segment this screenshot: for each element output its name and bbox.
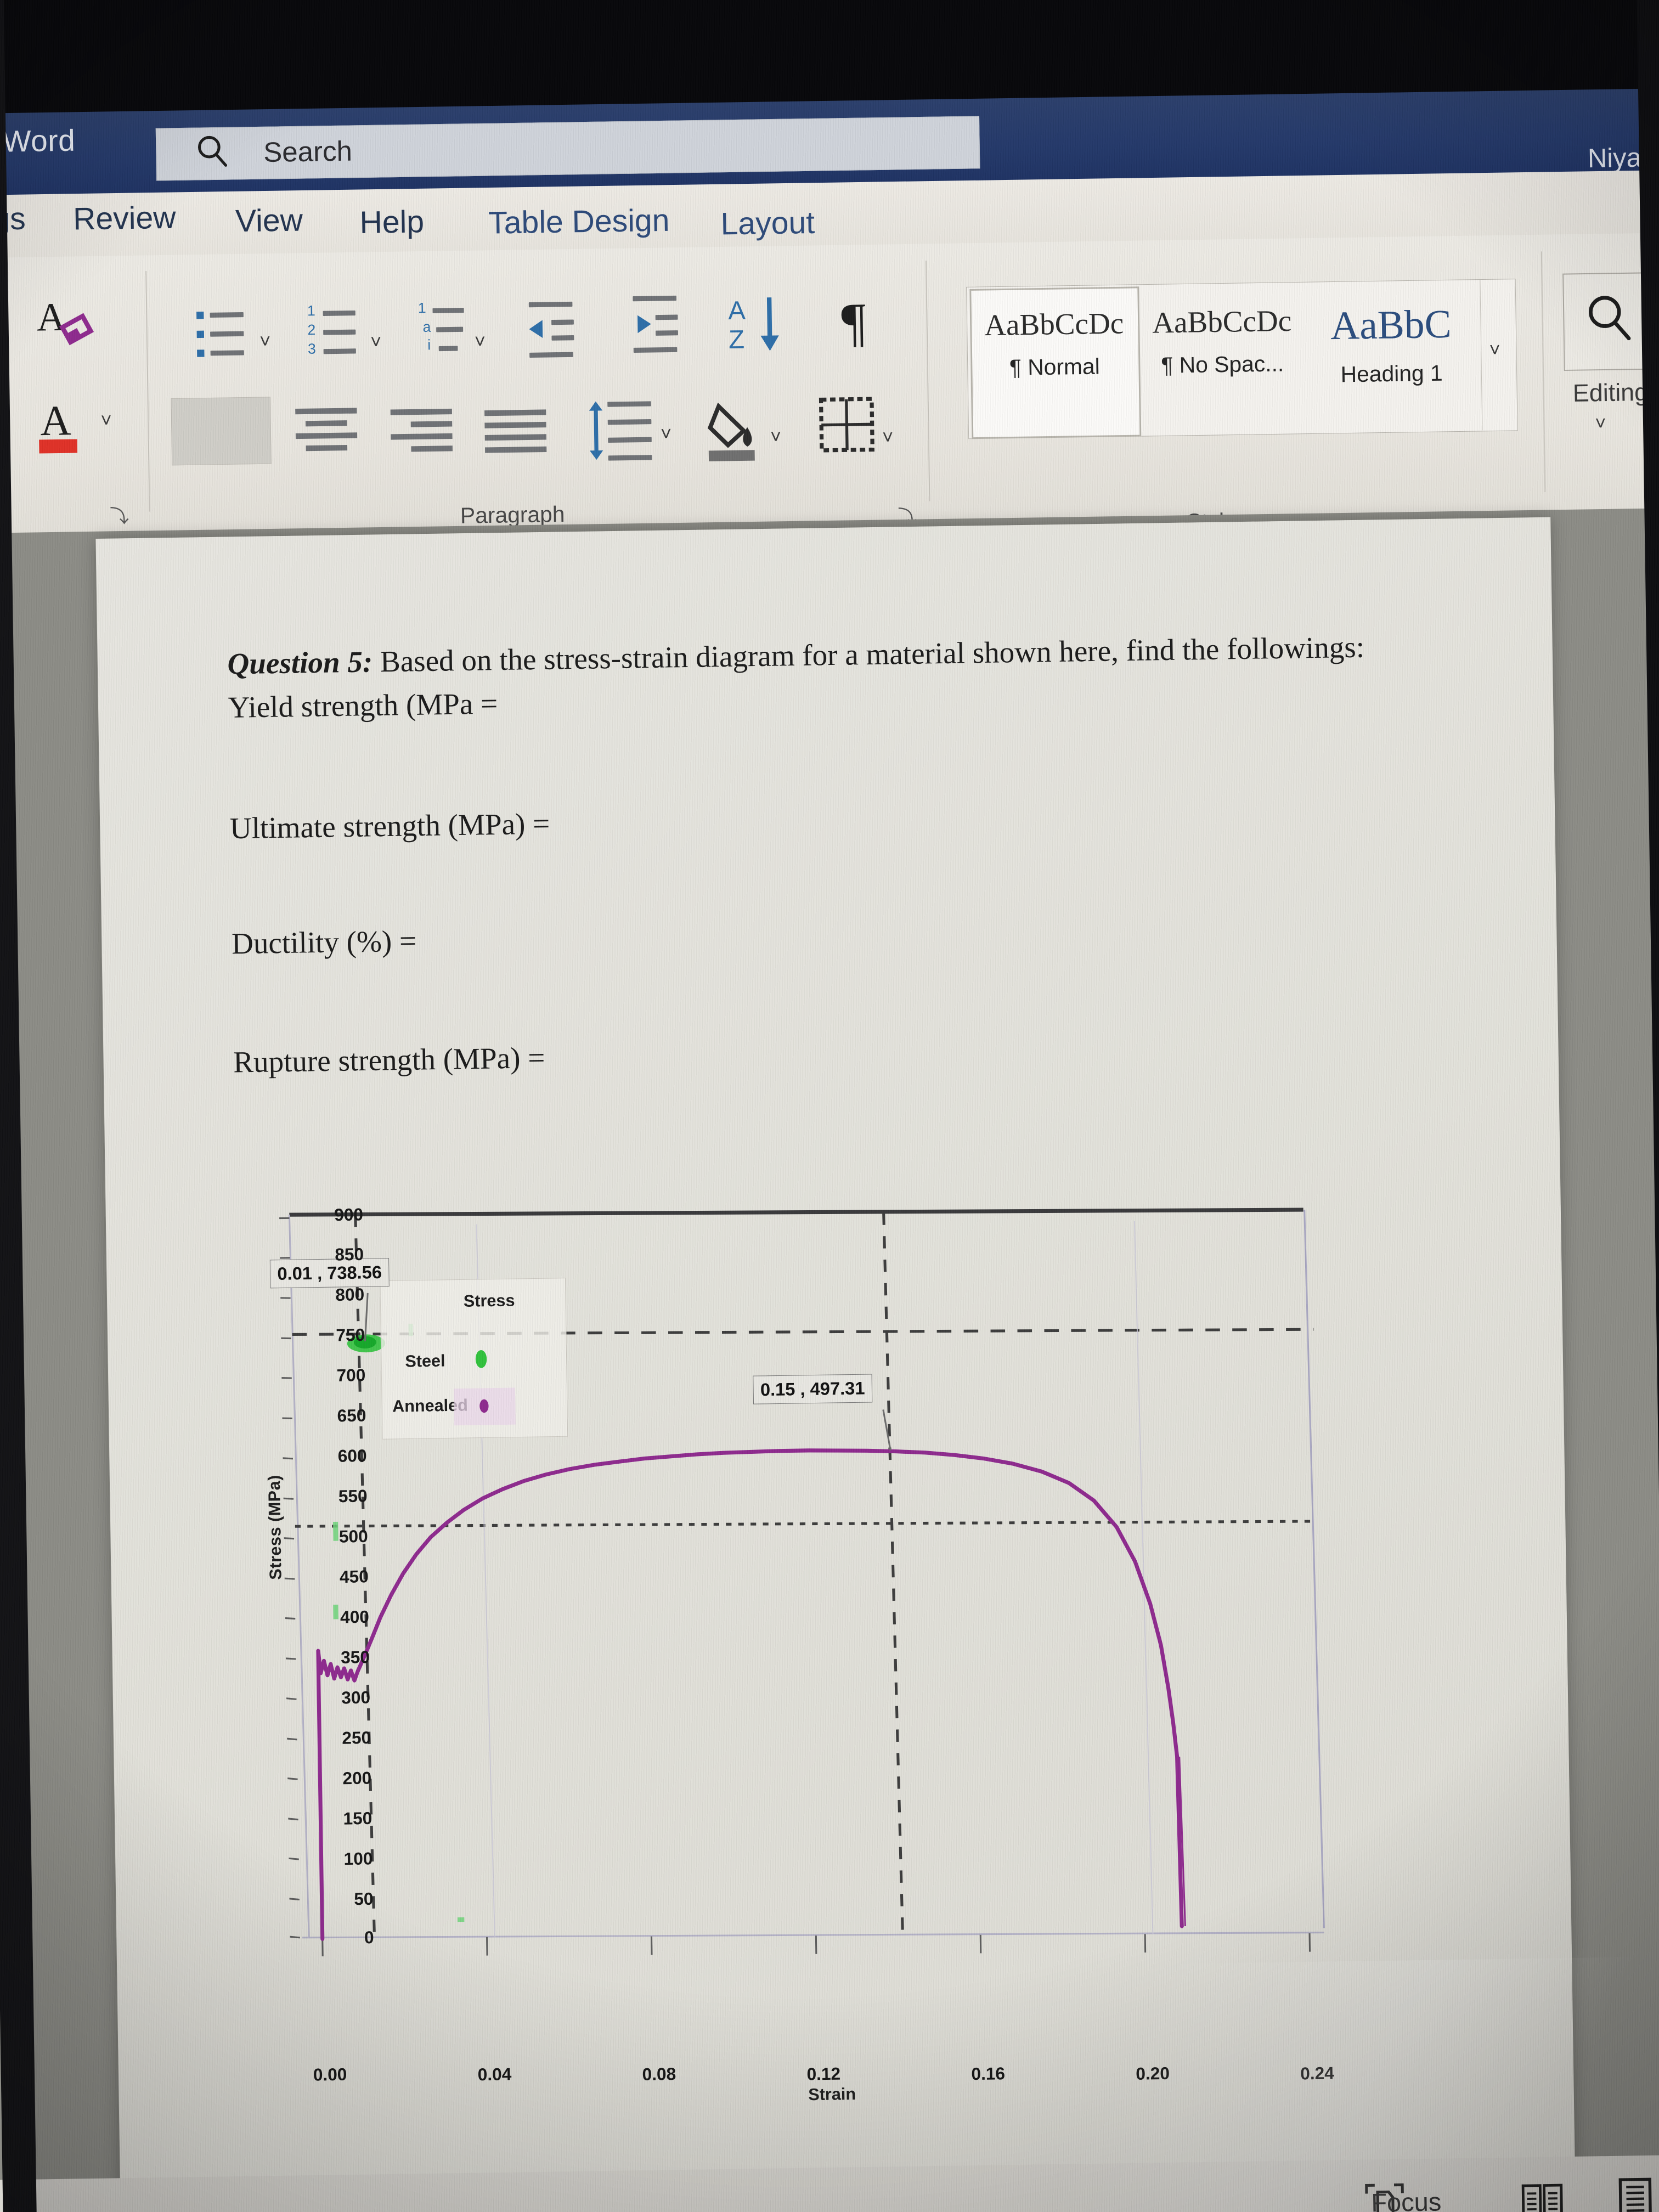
y-tick-550: 550 xyxy=(338,1486,368,1506)
svg-text:A: A xyxy=(728,296,746,325)
font-color-icon[interactable]: A xyxy=(32,392,94,460)
legend-title: Stress xyxy=(463,1291,515,1311)
shading-chevron-down-icon[interactable]: ˅ xyxy=(770,426,782,448)
annotation-annealed-point: 0.15 , 497.31 xyxy=(753,1374,873,1404)
style-name: ¶ Normal xyxy=(1009,354,1101,381)
pilcrow-icon[interactable]: ¶ xyxy=(836,289,893,352)
svg-text:Z: Z xyxy=(729,325,745,354)
y-tick-700: 700 xyxy=(336,1365,366,1386)
numbering-chevron-down-icon[interactable]: ˅ xyxy=(370,331,382,353)
x-tick-0p24: 0.24 xyxy=(1300,2063,1335,2084)
editing-chevron-down-icon[interactable]: ˅ xyxy=(1595,413,1606,435)
legend-item-steel-label: Steel xyxy=(405,1351,445,1371)
y-tick-800: 800 xyxy=(335,1284,365,1305)
x-tick-0p08: 0.08 xyxy=(642,2064,676,2085)
multilevel-chevron-down-icon[interactable]: ˅ xyxy=(475,331,486,353)
stress-strain-chart: Stress Steel Annealed 0.01 , 738.56 0.15… xyxy=(269,1194,1372,2061)
chart-legend: Stress Steel Annealed xyxy=(380,1278,568,1440)
shading-bucket-icon[interactable] xyxy=(704,395,766,463)
styles-more-button[interactable]: ˅ xyxy=(1480,279,1519,431)
y-tick-600: 600 xyxy=(337,1446,367,1466)
read-mode-icon[interactable] xyxy=(1520,2179,1566,2212)
align-left-button[interactable] xyxy=(171,397,272,466)
account-name[interactable]: Niya xyxy=(1588,143,1642,174)
align-justify-button[interactable] xyxy=(480,399,565,467)
y-tick-300: 300 xyxy=(341,1688,371,1708)
style-item-heading1[interactable]: AaBbC Heading 1 xyxy=(1306,281,1476,431)
y-tick-900: 900 xyxy=(334,1204,364,1225)
chart-bottom-rule xyxy=(302,1932,1324,1939)
y-tick-650: 650 xyxy=(337,1406,366,1426)
font-dialog-launcher[interactable]: ⤵ xyxy=(110,501,129,528)
x-tick-0p00: 0.00 xyxy=(313,2064,347,2085)
style-preview: AaBbCcDc xyxy=(984,306,1124,342)
doc-question-line: Question 5: Based on the stress-strain d… xyxy=(227,630,1364,681)
legend-annealed-swatch xyxy=(453,1387,516,1426)
style-preview: AaBbCcDc xyxy=(1152,303,1292,340)
tab-view[interactable]: View xyxy=(235,201,303,239)
decrease-indent-arrow-icon xyxy=(529,320,543,338)
increase-indent-arrow-icon xyxy=(637,315,651,334)
style-item-no-spacing[interactable]: AaBbCcDc ¶ No Spac... xyxy=(1137,284,1307,433)
search-placeholder: Search xyxy=(263,135,353,168)
search-icon xyxy=(1588,296,1631,341)
x-tick-0p16: 0.16 xyxy=(971,2063,1006,2084)
y-tick-500: 500 xyxy=(338,1526,368,1547)
search-icon xyxy=(198,136,228,167)
align-right-button[interactable] xyxy=(386,398,471,466)
svg-text:A: A xyxy=(36,295,66,340)
style-preview: AaBbC xyxy=(1330,301,1452,348)
x-tick-0p04: 0.04 xyxy=(477,2064,512,2085)
window-title: - Word xyxy=(0,123,76,159)
y-tick-200: 200 xyxy=(342,1768,372,1788)
y-tick-100: 100 xyxy=(343,1848,373,1869)
y-tick-150: 150 xyxy=(343,1808,373,1829)
chart-faint-guides xyxy=(476,1221,1154,1938)
y-tick-350: 350 xyxy=(340,1647,370,1668)
doc-ultimate-strength-line: Ultimate strength (MPa) = xyxy=(229,806,550,845)
chart-x-axis-title: Strain xyxy=(808,2085,856,2104)
bullets-chevron-down-icon[interactable]: ˅ xyxy=(259,331,271,353)
tab-layout[interactable]: Layout xyxy=(720,204,815,242)
font-color-chevron-down-icon[interactable]: ˅ xyxy=(100,410,112,432)
print-layout-icon[interactable] xyxy=(1614,2176,1656,2212)
x-tick-0p12: 0.12 xyxy=(806,2064,841,2084)
y-tick-450: 450 xyxy=(339,1566,369,1587)
y-tick-750: 750 xyxy=(336,1325,365,1345)
y-tick-250: 250 xyxy=(342,1728,371,1748)
style-name: Heading 1 xyxy=(1340,360,1443,387)
ref-line-x-0p15 xyxy=(882,1212,905,1937)
y-tick-400: 400 xyxy=(340,1607,370,1627)
tab-help[interactable]: Help xyxy=(359,203,424,240)
sort-az-icon[interactable]: A Z xyxy=(723,290,791,358)
y-tick-50: 50 xyxy=(354,1889,374,1909)
svg-text:A: A xyxy=(40,397,72,444)
borders-chevron-down-icon[interactable]: ˅ xyxy=(882,427,894,449)
tab-review[interactable]: Review xyxy=(73,199,176,237)
doc-rupture-strength-line: Rupture strength (MPa) = xyxy=(233,1041,545,1079)
x-tick-marks xyxy=(321,1933,1311,1956)
series-annealed-curve xyxy=(316,1448,1184,1941)
y-tick-0: 0 xyxy=(364,1927,374,1948)
line-spacing-chevron-down-icon[interactable]: ˅ xyxy=(661,424,672,445)
style-name: ¶ No Spac... xyxy=(1161,351,1284,378)
legend-steel-swatch xyxy=(475,1350,487,1368)
doc-yield-strength-line: Yield strength (MPa = xyxy=(228,686,498,725)
y-tick-850: 850 xyxy=(335,1244,364,1265)
question-body: Based on the stress-strain diagram for a… xyxy=(372,630,1365,679)
chart-y-axis-title: Stress (MPa) xyxy=(265,1474,285,1580)
style-item-normal[interactable]: AaBbCcDc ¶ Normal xyxy=(969,286,1139,436)
align-center-button[interactable] xyxy=(290,398,375,465)
question-label: Question 5: xyxy=(227,645,373,681)
borders-grid-icon[interactable] xyxy=(815,393,878,456)
svg-text:¶: ¶ xyxy=(841,292,866,352)
x-tick-0p20: 0.20 xyxy=(1136,2063,1170,2084)
tab-table-design[interactable]: Table Design xyxy=(488,202,670,241)
focus-label[interactable]: Focus xyxy=(1371,2187,1442,2212)
chevron-down-icon: ˅ xyxy=(1489,339,1501,361)
chart-right-rule xyxy=(1304,1210,1325,1928)
doc-ductility-line: Ductility (%) = xyxy=(231,924,417,961)
clear-formatting-icon[interactable]: A xyxy=(33,290,96,352)
line-spacing-arrow-icon xyxy=(589,401,603,460)
